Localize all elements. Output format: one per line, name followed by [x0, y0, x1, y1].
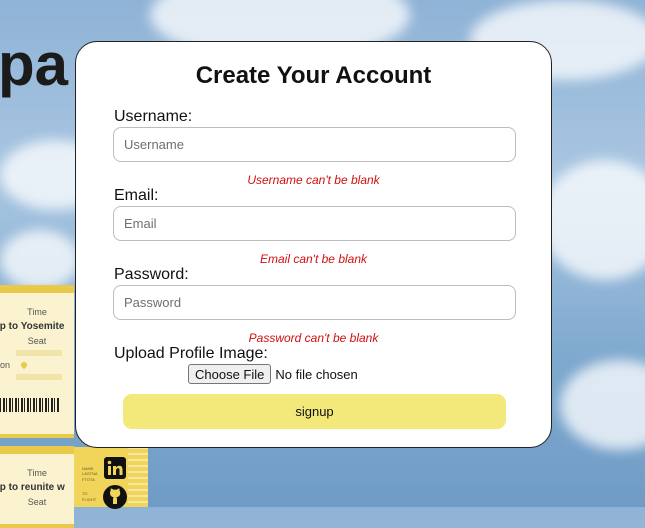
stub-text: FLIGHT [82, 497, 97, 502]
ticket-trip-name: ip to Yosemite [0, 321, 65, 332]
ticket-time-label: Time [27, 307, 47, 317]
upload-label: Upload Profile Image: [114, 345, 268, 362]
choose-file-button[interactable]: Choose File [188, 364, 272, 384]
ticket-trip-name: ip to reunite w [0, 482, 65, 493]
stub-text: LASTNA [82, 471, 98, 476]
username-error: Username can't be blank [247, 173, 380, 187]
ticket-card: CONFIRMATION Time ip to reunite w Seat [0, 446, 74, 528]
email-error: Email can't be blank [259, 252, 367, 266]
password-input[interactable] [113, 285, 516, 320]
ticket-header: CONFIRMATION [21, 286, 53, 291]
file-input: Choose File No file chosen [188, 364, 358, 384]
username-input[interactable] [113, 127, 516, 162]
ticket-seat-label: Seat [27, 336, 47, 346]
ticket-seat-bar [16, 350, 62, 356]
github-icon[interactable] [102, 484, 128, 510]
file-status: No file chosen [275, 366, 358, 382]
ticket-location-bar [16, 374, 62, 380]
signup-button[interactable]: signup [123, 394, 506, 429]
barcode [0, 398, 60, 412]
email-input[interactable] [113, 206, 516, 241]
modal-title: Create Your Account [195, 62, 432, 89]
ticket-seat-label: Seat [27, 497, 47, 507]
username-label: Username: [114, 108, 193, 125]
email-label: Email: [114, 187, 159, 204]
location-pin-icon [19, 360, 28, 370]
ticket-location-label: on [0, 360, 11, 370]
ticket-card: CONFIRMATION Time ip to Yosemite Seat on [0, 285, 74, 438]
stub-text: FTOTA [82, 477, 95, 482]
stub-text: TO [82, 491, 88, 496]
ticket-header: CONFIRMATION [21, 447, 53, 452]
linkedin-icon[interactable] [102, 455, 128, 481]
password-label: Password: [114, 266, 189, 283]
password-error: Password can't be blank [248, 331, 379, 345]
ticket-time-label: Time [27, 468, 47, 478]
ticket-stub-stripes [128, 447, 148, 507]
ticket-location-row: on [0, 360, 74, 370]
signup-modal: Create Your Account Username: Username c… [75, 41, 552, 448]
background-heading: pa [0, 31, 69, 98]
